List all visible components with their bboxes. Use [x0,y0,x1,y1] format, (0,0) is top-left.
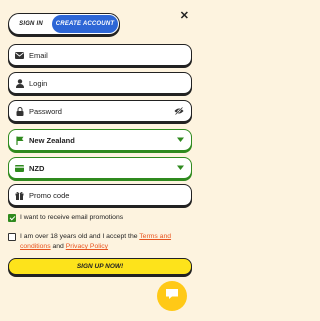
password-placeholder: Password [29,106,62,116]
chevron-down-icon [177,137,184,143]
auth-tabs: SIGN IN CREATE ACCOUNT [8,13,120,35]
money-icon [15,164,24,173]
terms-checkbox[interactable] [8,233,16,241]
terms-label: I am over 18 years old and I accept the … [20,232,192,252]
flag-icon [15,136,24,145]
country-select[interactable]: New Zealand [8,129,192,151]
terms-prefix: I am over 18 years old and I accept the [20,233,140,240]
promo-code-placeholder: Promo code [29,190,70,200]
eye-off-icon[interactable] [174,107,184,115]
chat-button[interactable] [157,281,187,311]
login-placeholder: Login [29,78,48,88]
close-icon[interactable]: ✕ [180,9,189,22]
promotions-checkbox[interactable] [8,214,16,222]
privacy-policy-link[interactable]: Privacy Policy [66,243,108,250]
currency-value: NZD [29,163,45,173]
login-field[interactable]: Login [8,72,192,94]
email-placeholder: Email [29,50,48,60]
password-field[interactable]: Password [8,100,192,122]
user-icon [15,78,24,88]
mail-icon [15,51,24,60]
gift-icon [15,191,24,200]
promo-code-field[interactable]: Promo code [8,184,192,206]
lock-icon [15,106,24,116]
promotions-label: I want to receive email promotions [20,214,124,221]
tab-create-account[interactable]: CREATE ACCOUNT [52,15,118,33]
chat-icon [165,287,179,305]
currency-select[interactable]: NZD [8,157,192,179]
sign-up-button[interactable]: SIGN UP NOW! [8,258,192,275]
country-value: New Zealand [29,135,75,145]
chevron-down-icon [177,165,184,171]
tab-sign-in[interactable]: SIGN IN [10,15,52,33]
email-field[interactable]: Email [8,44,192,66]
terms-and: and [50,243,66,250]
